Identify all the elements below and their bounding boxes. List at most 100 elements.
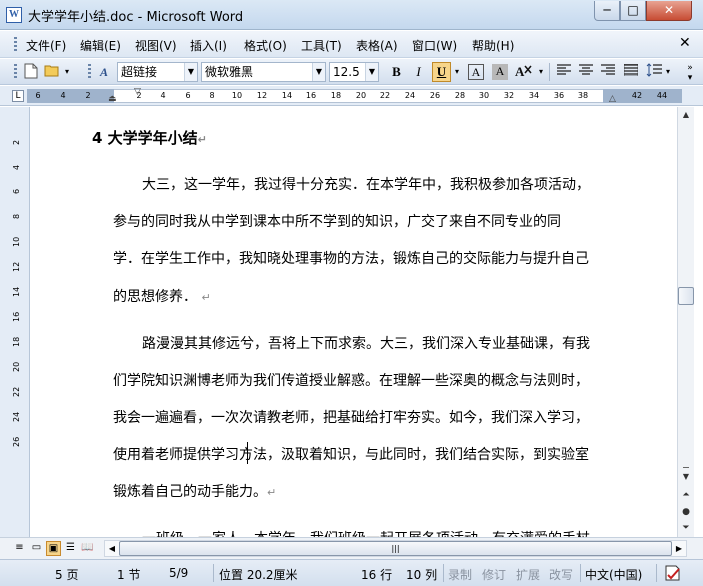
phonetic-guide-icon[interactable]: A (513, 63, 535, 81)
right-indent-marker[interactable]: △ (609, 94, 616, 104)
reading-layout-icon[interactable]: 📖 (80, 541, 95, 556)
track-changes-indicator[interactable]: 修订 (482, 566, 506, 583)
font-select[interactable]: 微软雅黑 ▼ (201, 62, 326, 82)
toolbar-overflow-chevron-icon[interactable]: » ▾ (683, 63, 697, 83)
text-line: 学．在学生工作中，我知晓处理事物的方法，锻炼自己的交际能力与提升自己 (113, 251, 589, 267)
outline-view-icon[interactable]: ☰ (63, 541, 78, 556)
ruler-tick: 14 (281, 91, 293, 100)
phonetic-chevron-icon[interactable]: ▾ (536, 63, 546, 81)
paragraph-mark: ↵ (201, 291, 211, 304)
menu-help[interactable]: 帮助(H) (472, 37, 514, 54)
menu-view[interactable]: 视图(V) (135, 37, 177, 54)
align-left-icon[interactable] (555, 63, 573, 81)
menu-grip-handle[interactable] (14, 37, 17, 52)
select-browse-object-icon[interactable]: ● (678, 504, 694, 520)
vertical-ruler: 2 4 6 8 10 12 14 16 18 20 22 24 26 (0, 107, 30, 537)
web-layout-icon[interactable]: ▭ (29, 541, 44, 556)
next-page-icon[interactable]: ⏷ (678, 520, 694, 536)
ruler-tick: 10 (231, 91, 243, 100)
text-line: 路漫漫其其修远兮，吾将上下而求索。大三，我们深入专业基础课，有我 (142, 336, 590, 352)
menu-edit[interactable]: 编辑(E) (80, 37, 121, 54)
open-folder-icon[interactable] (43, 63, 61, 81)
vruler-tick: 8 (12, 213, 21, 219)
print-layout-icon[interactable]: ▣ (46, 541, 61, 556)
align-right-icon[interactable] (599, 63, 617, 81)
ruler-tick: 16 (305, 91, 317, 100)
ruler-tick: 12 (256, 91, 268, 100)
font-size-select[interactable]: 12.5 ▼ (329, 62, 379, 82)
chevron-down-icon: ▼ (184, 63, 197, 81)
document-heading: 4 大学学年小结↵ (92, 129, 207, 147)
style-select-value: 超链接 (121, 65, 158, 79)
chevron-down-icon: ▼ (365, 63, 378, 81)
formatting-toolbar: ▾ A 超链接 ▼ 微软雅黑 ▼ 12.5 ▼ B I U ▾ A A A ▾ … (0, 59, 703, 85)
ruler-tick: 36 (553, 91, 565, 100)
extend-selection-indicator[interactable]: 扩展 (516, 566, 540, 583)
normal-view-icon[interactable]: ≡ (12, 541, 27, 556)
vruler-tick: 18 (12, 336, 21, 347)
new-document-icon[interactable] (22, 63, 40, 81)
ruler-tick: 6 (185, 91, 191, 100)
overtype-indicator[interactable]: 改写 (549, 566, 573, 583)
styles-formatting-icon[interactable]: A (95, 63, 113, 81)
text-line: 锻炼着自己的动手能力。↵ (113, 484, 277, 500)
document-page[interactable]: 4 大学学年小结↵ 大三，这一学年，我过得十分充实．在本学年中，我积极参加各项活… (31, 107, 677, 537)
minimize-button[interactable]: ─ (594, 1, 620, 21)
ruler-tick: 44 (656, 91, 668, 100)
left-indent-marker[interactable]: ⏏ (108, 94, 117, 104)
vruler-tick: 12 (12, 261, 21, 272)
line-spacing-icon[interactable] (645, 63, 663, 81)
ruler-tick: 6 (35, 91, 41, 100)
toolbar-separator (549, 63, 550, 81)
character-border-button[interactable]: A (468, 64, 484, 80)
toolbar-grip-handle[interactable] (14, 64, 17, 80)
align-center-icon[interactable] (577, 63, 595, 81)
word-app-icon[interactable]: W (6, 7, 22, 23)
italic-button[interactable]: I (409, 62, 428, 82)
line-spacing-chevron-icon[interactable]: ▾ (663, 63, 673, 81)
horizontal-ruler[interactable]: L 6 4 2 2 4 6 8 10 12 14 16 18 20 22 24 … (0, 86, 703, 106)
menu-insert[interactable]: 插入(I) (190, 37, 227, 54)
title-bar: W 大学学年小结.doc - Microsoft Word ─ □ ✕ (0, 0, 703, 30)
bold-button[interactable]: B (387, 62, 406, 82)
horizontal-scrollbar[interactable]: ◀ ||| ▶ (104, 540, 687, 557)
menu-format[interactable]: 格式(O) (244, 37, 287, 54)
paragraph-mark: ↵ (267, 486, 277, 499)
justify-icon[interactable] (622, 63, 640, 81)
vertical-scroll-thumb[interactable] (678, 287, 694, 305)
spelling-grammar-status-icon[interactable] (664, 564, 682, 582)
menu-file[interactable]: 文件(F) (26, 37, 66, 54)
menu-tools[interactable]: 工具(T) (301, 37, 342, 54)
previous-page-icon[interactable]: ⏶ (678, 487, 694, 503)
toolbar-grip-handle-2[interactable] (88, 64, 91, 80)
status-page: 5 页 (55, 568, 79, 582)
style-select[interactable]: 超链接 ▼ (117, 62, 198, 82)
close-button[interactable]: ✕ (646, 1, 692, 21)
scroll-down-icon[interactable]: ▼ (678, 469, 694, 485)
underline-button[interactable]: U (432, 62, 451, 82)
toolbar-options-chevron-icon[interactable]: ▾ (62, 63, 72, 81)
menu-table[interactable]: 表格(A) (356, 37, 398, 54)
underline-chevron-icon[interactable]: ▾ (452, 63, 462, 81)
scroll-up-icon[interactable]: ▲ (678, 107, 694, 123)
vertical-scrollbar[interactable]: ▲ ▼ ⏶ ● ⏷ (677, 107, 694, 537)
record-macro-indicator[interactable]: 录制 (448, 566, 472, 583)
scroll-right-icon[interactable]: ▶ (672, 541, 686, 556)
horizontal-scroll-thumb[interactable]: ||| (119, 541, 672, 556)
vruler-tick: 24 (12, 411, 21, 422)
ruler-tick: 4 (60, 91, 66, 100)
text-line: 们学院知识渊博老师为我们传道授业解惑。在理解一些深奥的概念与法则时， (113, 373, 589, 389)
status-language[interactable]: 中文(中国) (585, 566, 642, 583)
maximize-button[interactable]: □ (620, 1, 646, 21)
scroll-left-icon[interactable]: ◀ (105, 541, 119, 556)
document-close-icon[interactable]: ✕ (679, 35, 691, 51)
ruler-tick: 28 (454, 91, 466, 100)
character-shading-button[interactable]: A (492, 64, 508, 80)
font-size-value: 12.5 (333, 65, 360, 79)
ruler-tick: 20 (355, 91, 367, 100)
tab-selector[interactable]: L (12, 90, 24, 102)
ruler-tick: 24 (404, 91, 416, 100)
font-select-value: 微软雅黑 (205, 65, 254, 79)
first-line-indent-marker[interactable]: ▽ (134, 87, 141, 97)
menu-window[interactable]: 窗口(W) (412, 37, 457, 54)
